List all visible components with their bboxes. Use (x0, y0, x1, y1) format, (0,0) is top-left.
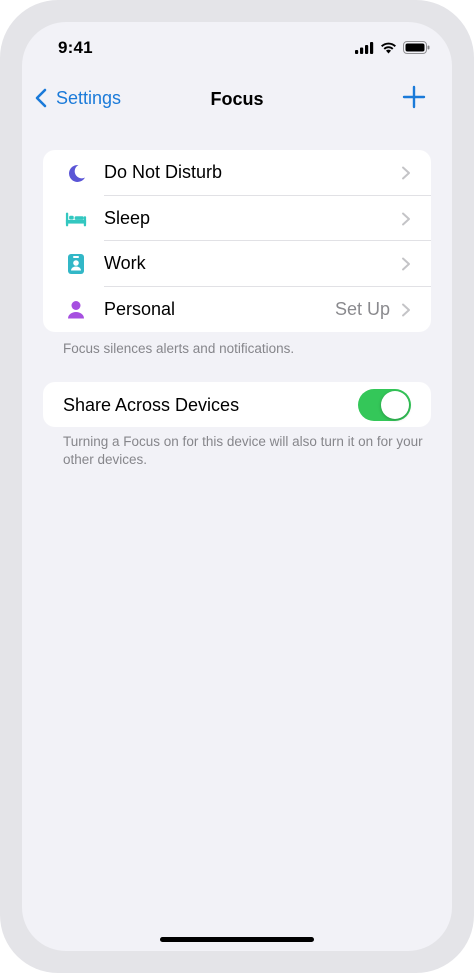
status-time: 9:41 (58, 38, 93, 57)
bed-icon (65, 208, 87, 230)
page-title: Focus (210, 89, 264, 109)
status-bar: 9:41 (22, 22, 452, 76)
chevron-right-icon (402, 303, 410, 316)
plus-icon[interactable] (398, 81, 430, 113)
focus-row-do-not-disturb[interactable]: Do Not Disturb (43, 150, 431, 196)
chevron-right-icon (402, 212, 410, 225)
screen: 9:41 Settings Focus Do Not Disturb Sleep… (22, 22, 452, 951)
chevron-right-icon (402, 257, 410, 271)
set-up-label: Set Up (334, 298, 390, 319)
focus-row-label: Sleep (104, 207, 151, 228)
focus-row-label: Do Not Disturb (104, 162, 223, 183)
battery-icon (403, 41, 430, 54)
share-across-devices-group: Share Across Devices (43, 382, 431, 427)
focus-row-sleep[interactable]: Sleep (43, 196, 431, 241)
chevron-right-icon (402, 166, 410, 180)
focus-modes-list: Do Not Disturb Sleep Work Personal Set U… (43, 150, 431, 332)
focus-row-label: Work (104, 253, 146, 274)
moon-icon (65, 162, 87, 184)
home-indicator[interactable] (160, 937, 314, 942)
toggle-knob (381, 391, 409, 419)
focus-row-work[interactable]: Work (43, 241, 431, 287)
status-icons (355, 41, 430, 54)
focus-footnote: Focus silences alerts and notifications. (63, 341, 295, 356)
cellular-signal-icon (355, 41, 374, 54)
focus-row-label: Personal (104, 298, 176, 319)
share-across-devices-row: Share Across Devices (43, 382, 431, 427)
id-badge-icon (65, 253, 87, 275)
share-footnote: Turning a Focus on for this device will … (63, 434, 423, 467)
navigation-bar: Settings Focus (22, 76, 452, 120)
share-across-devices-label: Share Across Devices (63, 395, 240, 415)
person-icon (65, 299, 87, 321)
device-frame: 9:41 Settings Focus Do Not Disturb Sleep… (0, 0, 474, 973)
wifi-icon (381, 42, 396, 53)
focus-row-personal[interactable]: Personal Set Up (43, 287, 431, 333)
share-across-devices-toggle[interactable] (358, 389, 411, 421)
